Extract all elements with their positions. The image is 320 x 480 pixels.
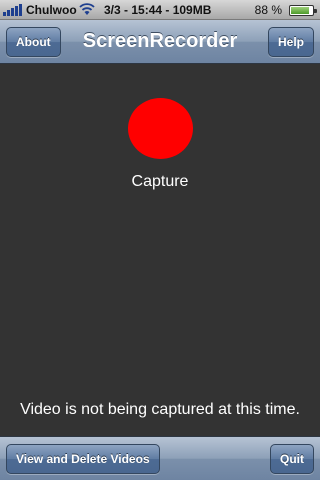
capture-label: Capture: [131, 173, 189, 190]
record-button[interactable]: [128, 98, 193, 159]
bottom-toolbar: View and Delete Videos Quit: [0, 436, 320, 480]
quit-button[interactable]: Quit: [270, 444, 314, 474]
wifi-icon: [79, 3, 95, 15]
app-screen: Chulwoo 3/3 - 15:44 - 109MB 88 % About S…: [0, 0, 320, 480]
about-button[interactable]: About: [6, 27, 61, 57]
battery-level-fill: [291, 7, 310, 14]
status-bar: Chulwoo 3/3 - 15:44 - 109MB 88 %: [0, 0, 320, 20]
status-date-time-storage: 3/3 - 15:44 - 109MB: [104, 3, 212, 17]
view-delete-videos-button[interactable]: View and Delete Videos: [6, 444, 160, 474]
battery-icon: [289, 5, 317, 16]
capture-status-message: Video is not being captured at this time…: [20, 401, 300, 418]
carrier-name: Chulwoo: [26, 3, 77, 17]
help-button[interactable]: Help: [267, 27, 314, 57]
battery-percent: 88 %: [254, 3, 282, 17]
signal-bars-icon: [3, 4, 23, 16]
page-title: ScreenRecorder: [82, 30, 238, 52]
navigation-bar: About ScreenRecorder Help: [0, 20, 320, 64]
